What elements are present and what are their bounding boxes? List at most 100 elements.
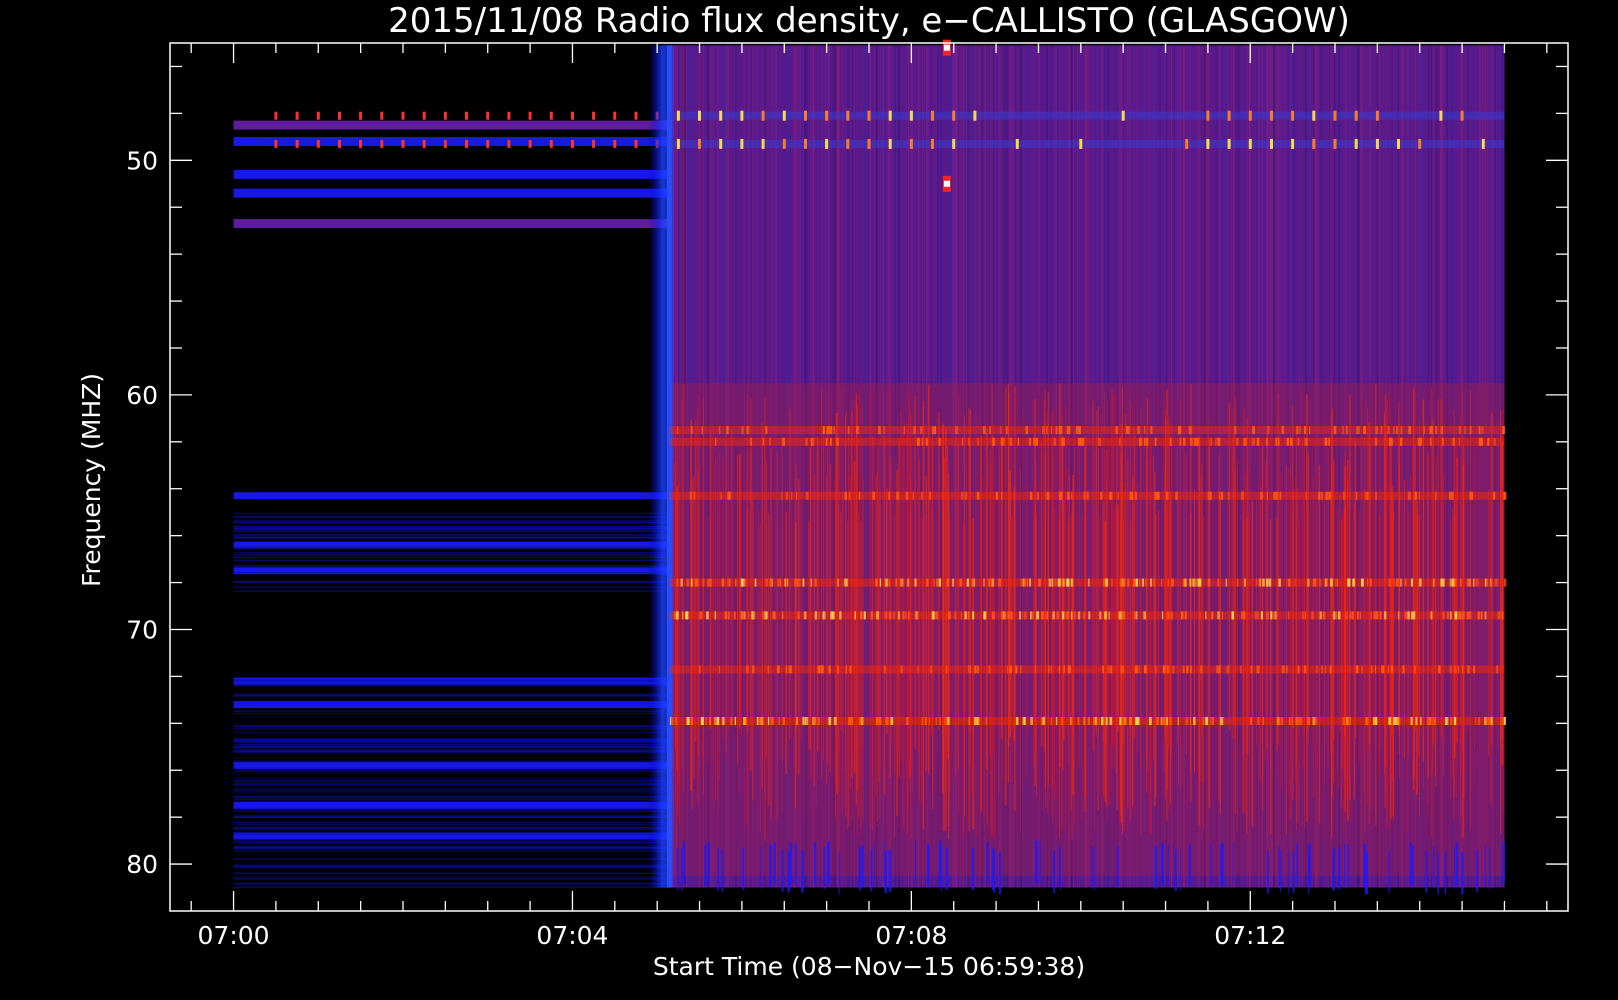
band-speckle [946, 578, 950, 587]
emission-streak [862, 479, 864, 821]
band-speckle [1070, 717, 1073, 725]
band-speckle [1189, 717, 1191, 725]
band-speckle [1442, 611, 1445, 620]
band-speckle [1273, 611, 1275, 620]
emission-streak [958, 393, 960, 815]
band-speckle [1297, 665, 1300, 674]
band-speckle [1485, 578, 1487, 587]
band-speckle [1104, 611, 1107, 620]
band-speckle [1304, 437, 1308, 446]
periodic-tick [528, 139, 532, 148]
band-speckle [1450, 611, 1452, 620]
periodic-tick [338, 139, 341, 148]
top-band-tick [1206, 110, 1210, 121]
band-speckle [714, 717, 716, 725]
top-band-tick [1270, 138, 1273, 149]
band-speckle [1260, 611, 1263, 620]
band-speckle [916, 611, 919, 620]
band-speckle [1196, 437, 1199, 446]
pre-on-texture [233, 824, 670, 826]
periodic-tick [443, 139, 447, 148]
bottom-spike [861, 845, 864, 888]
band-speckle [797, 611, 800, 620]
emission-streak [676, 505, 678, 807]
emission-streak [1103, 501, 1105, 797]
band-speckle [1318, 611, 1320, 620]
band-speckle [1414, 665, 1416, 674]
band-speckle [1418, 578, 1422, 587]
band-speckle [1475, 578, 1477, 587]
pre-on-texture [233, 525, 670, 527]
periodic-tick [380, 139, 384, 148]
band-speckle [1446, 717, 1449, 725]
band-speckle [1304, 426, 1306, 435]
band-speckle [1388, 578, 1392, 587]
band-speckle [936, 578, 939, 587]
band-speckle [690, 717, 693, 725]
band-speckle [694, 578, 698, 587]
emission-streak [1501, 442, 1504, 766]
bottom-spike [1454, 846, 1455, 890]
band-speckle [1335, 578, 1337, 587]
bottom-spike [986, 842, 989, 885]
emission-streak [891, 468, 892, 743]
band-speckle [1286, 437, 1289, 446]
emission-streak [1218, 453, 1221, 802]
band-speckle [1330, 578, 1333, 587]
band-speckle [1219, 491, 1221, 500]
band-speckle [805, 437, 808, 446]
band-speckle [906, 717, 909, 725]
emission-streak [1347, 460, 1349, 821]
band-speckle [1215, 437, 1217, 446]
band-speckle [1029, 491, 1033, 500]
band-speckle [1143, 611, 1146, 620]
band-speckle [928, 717, 931, 725]
band-speckle [1050, 665, 1052, 674]
emission-streak [856, 404, 859, 791]
bottom-spike [1461, 852, 1464, 895]
bottom-spike [998, 852, 1002, 895]
band-speckle [1404, 611, 1408, 620]
pre-on-texture [233, 534, 670, 536]
band-speckle [1287, 578, 1291, 587]
top-band-tick [676, 138, 680, 149]
bottom-spike [1174, 848, 1177, 891]
band-speckle [1450, 491, 1453, 500]
band-speckle [947, 717, 950, 725]
emission-streak [1096, 410, 1097, 737]
emission-streak [789, 407, 791, 739]
band-speckle [1273, 491, 1276, 500]
band-speckle [728, 611, 730, 620]
band-speckle [1488, 717, 1490, 725]
band-speckle [1083, 717, 1085, 725]
band-speckle [1119, 717, 1122, 725]
pre-on-texture [233, 521, 670, 524]
emission-streak [1169, 491, 1171, 805]
band-speckle [769, 717, 772, 725]
top-band-tick [1354, 110, 1358, 121]
band-speckle [883, 665, 887, 674]
band-speckle [1266, 491, 1268, 500]
band-speckle [1038, 578, 1041, 587]
bottom-spike [1053, 850, 1056, 893]
band-speckle [1438, 665, 1441, 674]
top-band-tick [952, 138, 956, 149]
pre-on-texture [233, 876, 670, 878]
bottom-spike [760, 846, 762, 889]
band-speckle [1305, 491, 1307, 500]
band-speckle [805, 491, 809, 500]
bottom-spike [971, 847, 975, 890]
band-speckle [741, 611, 744, 620]
band-speckle [974, 717, 976, 725]
band-speckle [1257, 717, 1260, 725]
bottom-spike [676, 847, 679, 890]
band-speckle [1494, 578, 1498, 587]
emission-streak [1190, 384, 1192, 802]
band-speckle [1135, 578, 1138, 587]
band-speckle [912, 491, 914, 500]
band-speckle [1041, 611, 1045, 620]
band-speckle [935, 611, 939, 620]
emission-streak [690, 420, 692, 791]
band-speckle [1407, 611, 1410, 620]
band-speckle [971, 578, 974, 587]
